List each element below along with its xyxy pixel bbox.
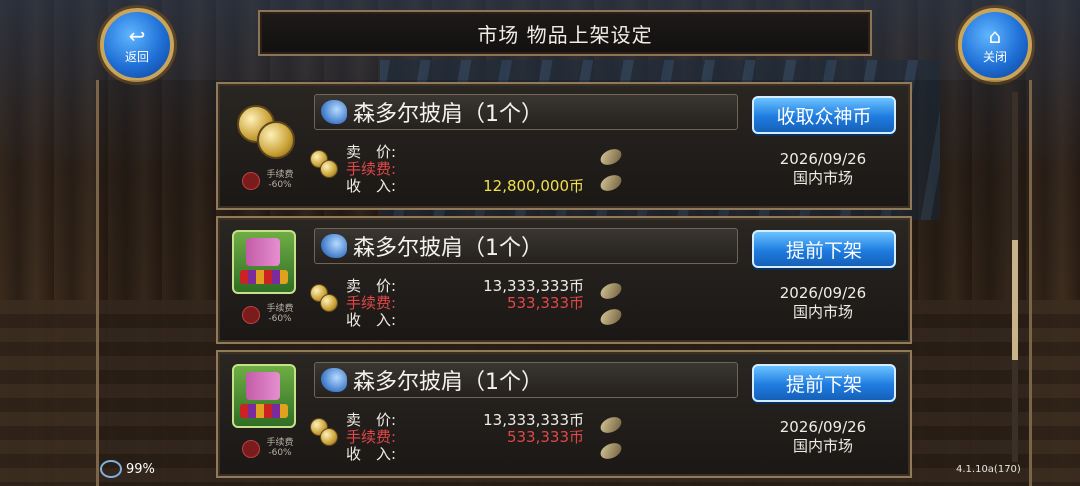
coins-icon bbox=[310, 148, 340, 178]
collect-coins-button[interactable]: 收取众神币 bbox=[752, 96, 896, 134]
market-name: 国内市场 bbox=[792, 169, 853, 187]
market-stall-icon bbox=[232, 364, 296, 428]
market-stall-icon bbox=[232, 230, 296, 294]
seed-icon bbox=[598, 172, 624, 194]
gold-coins-icon bbox=[233, 97, 295, 159]
price-label: 卖 价: bbox=[346, 277, 397, 295]
battery-indicator: 99% bbox=[100, 460, 155, 478]
seed-icon bbox=[598, 414, 624, 436]
fee-discount-icon bbox=[242, 306, 260, 324]
seed-icon bbox=[598, 146, 624, 168]
battery-value: 99% bbox=[126, 461, 155, 477]
seed-icon bbox=[598, 440, 624, 462]
return-arrow-icon: ↩ bbox=[128, 23, 146, 48]
fee-discount-icon bbox=[242, 172, 260, 190]
fee-badge-text: 手续费 bbox=[266, 304, 294, 314]
income-label: 收 入: bbox=[346, 311, 397, 329]
fee-badge-text: 手续费 bbox=[266, 170, 294, 180]
home-icon: ⌂ bbox=[988, 23, 1002, 48]
version-label: 4.1.10a(170) bbox=[956, 464, 1021, 475]
fee-discount-label: 手续费 -60% bbox=[262, 304, 298, 324]
page-title: 市场 物品上架设定 bbox=[477, 22, 653, 47]
fee-value: 533,333币 bbox=[506, 428, 584, 446]
fee-label: 手续费: bbox=[346, 294, 397, 312]
listing-card: 手续费 -60% 森多尔披肩（1个） 提前下架 卖 价: 13,333,333币… bbox=[216, 350, 912, 478]
listing-date: 2026/09/26 bbox=[779, 418, 867, 436]
item-name: 森多尔披肩（1个） bbox=[353, 102, 543, 127]
battery-icon bbox=[100, 460, 122, 478]
close-button[interactable]: ⌂ 关闭 bbox=[958, 8, 1032, 82]
listing-card: 手续费 -60% 森多尔披肩（1个） 提前下架 卖 价: 13,333,333币… bbox=[216, 216, 912, 344]
fee-discount-value: -60% bbox=[268, 180, 292, 190]
fee-discount-label: 手续费 -60% bbox=[262, 170, 298, 190]
fee-discount-value: -60% bbox=[268, 448, 292, 458]
income-value: 12,800,000币 bbox=[483, 177, 584, 195]
seed-icon bbox=[598, 306, 624, 328]
coins-icon bbox=[310, 282, 340, 312]
delist-early-button[interactable]: 提前下架 bbox=[752, 230, 896, 268]
listing-thumb bbox=[232, 230, 296, 294]
close-button-label: 关闭 bbox=[982, 49, 1007, 64]
fee-value: 533,333币 bbox=[506, 294, 584, 312]
fee-label: 手续费: bbox=[346, 428, 397, 446]
income-label: 收 入: bbox=[346, 177, 397, 195]
item-name: 森多尔披肩（1个） bbox=[353, 236, 543, 261]
item-name-bar: 森多尔披肩（1个） bbox=[314, 362, 738, 398]
item-name-bar: 森多尔披肩（1个） bbox=[314, 228, 738, 264]
price-label: 卖 价: bbox=[346, 411, 397, 429]
listing-thumb bbox=[232, 96, 296, 160]
price-value: 13,333,333币 bbox=[483, 277, 584, 295]
fee-label: 手续费: bbox=[346, 160, 397, 178]
income-label: 收 入: bbox=[346, 445, 397, 463]
listing-date: 2026/09/26 bbox=[779, 150, 867, 168]
item-name-bar: 森多尔披肩（1个） bbox=[314, 94, 738, 130]
coins-icon bbox=[310, 416, 340, 446]
cape-item-icon bbox=[321, 100, 347, 124]
fee-discount-icon bbox=[242, 440, 260, 458]
back-button[interactable]: ↩ 返回 bbox=[100, 8, 174, 82]
fee-discount-label: 手续费 -60% bbox=[262, 438, 298, 458]
fee-badge-text: 手续费 bbox=[266, 438, 294, 448]
price-value: 13,333,333币 bbox=[483, 411, 584, 429]
fee-discount-value: -60% bbox=[268, 314, 292, 324]
market-name: 国内市场 bbox=[792, 437, 853, 455]
item-name: 森多尔披肩（1个） bbox=[353, 370, 543, 395]
back-button-label: 返回 bbox=[124, 49, 149, 64]
scrollbar-thumb[interactable] bbox=[1012, 240, 1018, 360]
listing-date: 2026/09/26 bbox=[779, 284, 867, 302]
listing-card: 手续费 -60% 森多尔披肩（1个） 收取众神币 卖 价: 手续费: 收 入: … bbox=[216, 82, 912, 210]
seed-icon bbox=[598, 280, 624, 302]
price-label: 卖 价: bbox=[346, 143, 397, 161]
cape-item-icon bbox=[321, 368, 347, 392]
market-name: 国内市场 bbox=[792, 303, 853, 321]
title-bar: 市场 物品上架设定 bbox=[258, 10, 872, 56]
delist-early-button[interactable]: 提前下架 bbox=[752, 364, 896, 402]
listing-thumb bbox=[232, 364, 296, 428]
cape-item-icon bbox=[321, 234, 347, 258]
